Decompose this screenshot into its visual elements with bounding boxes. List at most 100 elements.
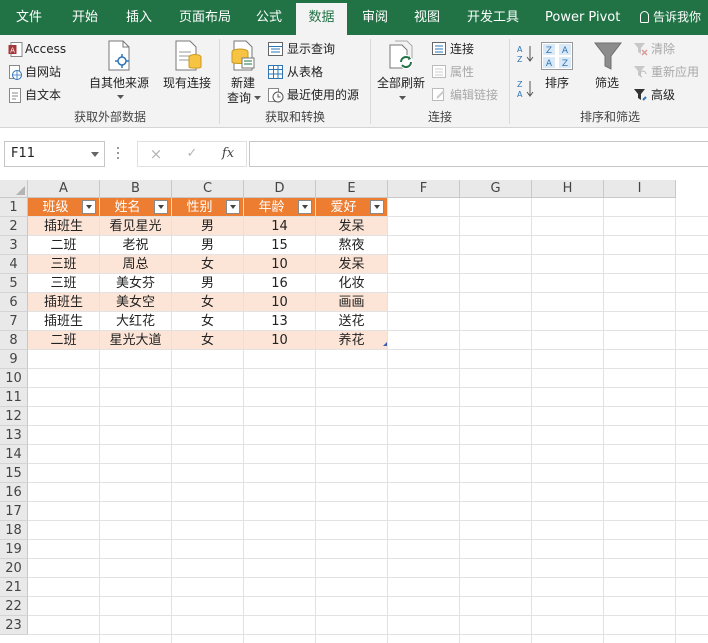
column-header[interactable]: G bbox=[460, 180, 532, 198]
table-cell[interactable]: 插班生 bbox=[28, 312, 99, 331]
edit-links-label: 编辑链接 bbox=[450, 88, 499, 102]
row-header[interactable]: 18 bbox=[0, 521, 28, 540]
row-header[interactable]: 4 bbox=[0, 255, 28, 274]
column-header[interactable]: D bbox=[244, 180, 316, 198]
table-cell[interactable]: 发呆 bbox=[316, 217, 387, 236]
tab-home[interactable]: 开始 bbox=[72, 0, 98, 35]
group-divider bbox=[509, 39, 510, 124]
table-cell[interactable]: 二班 bbox=[28, 331, 99, 350]
table-cell[interactable]: 发呆 bbox=[316, 255, 387, 274]
table-cell[interactable]: 10 bbox=[244, 331, 315, 350]
tab-page-layout[interactable]: 页面布局 bbox=[179, 0, 231, 35]
table-cell[interactable]: 养花 bbox=[316, 331, 387, 350]
row-header[interactable]: 19 bbox=[0, 540, 28, 559]
formula-buttons: × ✓ fx bbox=[137, 141, 247, 167]
table-cell[interactable]: 13 bbox=[244, 312, 315, 331]
recent-sources-label: 最近使用的源 bbox=[287, 88, 360, 102]
table-cell[interactable]: 14 bbox=[244, 217, 315, 236]
table-cell[interactable]: 女 bbox=[172, 331, 243, 350]
row-header[interactable]: 10 bbox=[0, 369, 28, 388]
table-cell[interactable]: 熬夜 bbox=[316, 236, 387, 255]
table-cell[interactable]: 美女空 bbox=[100, 293, 171, 312]
table-cell[interactable]: 女 bbox=[172, 293, 243, 312]
table-cell[interactable]: 插班生 bbox=[28, 293, 99, 312]
tab-formulas[interactable]: 公式 bbox=[256, 0, 282, 35]
table-cell[interactable]: 15 bbox=[244, 236, 315, 255]
drag-handle-icon[interactable] bbox=[117, 147, 120, 161]
column-header[interactable]: B bbox=[100, 180, 172, 198]
row-header[interactable]: 12 bbox=[0, 407, 28, 426]
filter-dropdown-icon[interactable] bbox=[298, 200, 312, 214]
row-header[interactable]: 6 bbox=[0, 293, 28, 312]
row-header[interactable]: 1 bbox=[0, 198, 28, 217]
column-header[interactable]: I bbox=[604, 180, 676, 198]
row-header[interactable]: 9 bbox=[0, 350, 28, 369]
table-cell[interactable]: 化妆 bbox=[316, 274, 387, 293]
table-cell[interactable]: 三班 bbox=[28, 274, 99, 293]
row-header[interactable]: 3 bbox=[0, 236, 28, 255]
insert-function-icon[interactable]: fx bbox=[214, 142, 242, 166]
name-box[interactable]: F11 bbox=[4, 141, 105, 167]
table-cell[interactable]: 周总 bbox=[100, 255, 171, 274]
row-header[interactable]: 5 bbox=[0, 274, 28, 293]
row-header[interactable]: 14 bbox=[0, 445, 28, 464]
row-header[interactable]: 11 bbox=[0, 388, 28, 407]
table-resize-handle[interactable] bbox=[383, 342, 387, 346]
column-header[interactable]: H bbox=[532, 180, 604, 198]
filter-dropdown-icon[interactable] bbox=[370, 200, 384, 214]
row-header[interactable]: 13 bbox=[0, 426, 28, 445]
table-cell[interactable]: 送花 bbox=[316, 312, 387, 331]
column-header[interactable]: A bbox=[28, 180, 100, 198]
formula-input[interactable] bbox=[249, 141, 708, 167]
table-cell[interactable]: 画画 bbox=[316, 293, 387, 312]
tab-view[interactable]: 视图 bbox=[414, 0, 440, 35]
table-cell[interactable]: 老祝 bbox=[100, 236, 171, 255]
table-cell[interactable]: 男 bbox=[172, 274, 243, 293]
tab-power-pivot[interactable]: Power Pivot bbox=[545, 0, 620, 35]
column-header[interactable]: F bbox=[388, 180, 460, 198]
row-header[interactable]: 22 bbox=[0, 597, 28, 616]
row-header[interactable]: 16 bbox=[0, 483, 28, 502]
row-header[interactable]: 21 bbox=[0, 578, 28, 597]
row-header[interactable]: 8 bbox=[0, 331, 28, 350]
table-cell[interactable]: 女 bbox=[172, 255, 243, 274]
table-cell[interactable]: 看见星光 bbox=[100, 217, 171, 236]
tab-review[interactable]: 审阅 bbox=[362, 0, 388, 35]
tab-developer[interactable]: 开发工具 bbox=[467, 0, 519, 35]
from-table-label: 从表格 bbox=[287, 65, 324, 79]
table-cell[interactable]: 10 bbox=[244, 255, 315, 274]
worksheet-grid[interactable]: A B C D E F G H I 1 2 3 4 5 6 7 8 9 10 11 12 13 14 15 16 17 18 19 20… bbox=[0, 180, 708, 643]
column-header[interactable]: C bbox=[172, 180, 244, 198]
table-cell[interactable]: 星光大道 bbox=[100, 331, 171, 350]
row-header[interactable]: 15 bbox=[0, 464, 28, 483]
table-cell[interactable]: 男 bbox=[172, 217, 243, 236]
filter-dropdown-icon[interactable] bbox=[82, 200, 96, 214]
table-cell[interactable]: 三班 bbox=[28, 255, 99, 274]
chevron-down-icon[interactable] bbox=[91, 152, 99, 157]
row-header[interactable]: 17 bbox=[0, 502, 28, 521]
filter-dropdown-icon[interactable] bbox=[154, 200, 168, 214]
table-cell[interactable]: 16 bbox=[244, 274, 315, 293]
row-header[interactable]: 20 bbox=[0, 559, 28, 578]
enter-icon[interactable]: ✓ bbox=[178, 142, 206, 166]
table-cell[interactable]: 插班生 bbox=[28, 217, 99, 236]
table-cell[interactable]: 二班 bbox=[28, 236, 99, 255]
tab-data[interactable]: 数据 bbox=[296, 3, 347, 35]
table-cell[interactable]: 10 bbox=[244, 293, 315, 312]
table-cell[interactable]: 大红花 bbox=[100, 312, 171, 331]
tab-insert[interactable]: 插入 bbox=[126, 0, 152, 35]
cancel-icon[interactable]: × bbox=[142, 142, 170, 166]
row-header[interactable]: 2 bbox=[0, 217, 28, 236]
table-cell[interactable]: 美女芬 bbox=[100, 274, 171, 293]
existing-connections-icon bbox=[175, 40, 202, 71]
tab-file[interactable]: 文件 bbox=[16, 0, 42, 35]
column-header[interactable]: E bbox=[316, 180, 388, 198]
select-all-corner[interactable] bbox=[0, 180, 28, 198]
row-header[interactable]: 7 bbox=[0, 312, 28, 331]
filter-dropdown-icon[interactable] bbox=[226, 200, 240, 214]
table-cell[interactable]: 男 bbox=[172, 236, 243, 255]
tell-me-search[interactable]: 告诉我你 bbox=[640, 0, 701, 35]
row-header[interactable]: 23 bbox=[0, 616, 28, 635]
svg-text:A: A bbox=[10, 47, 15, 55]
table-cell[interactable]: 女 bbox=[172, 312, 243, 331]
